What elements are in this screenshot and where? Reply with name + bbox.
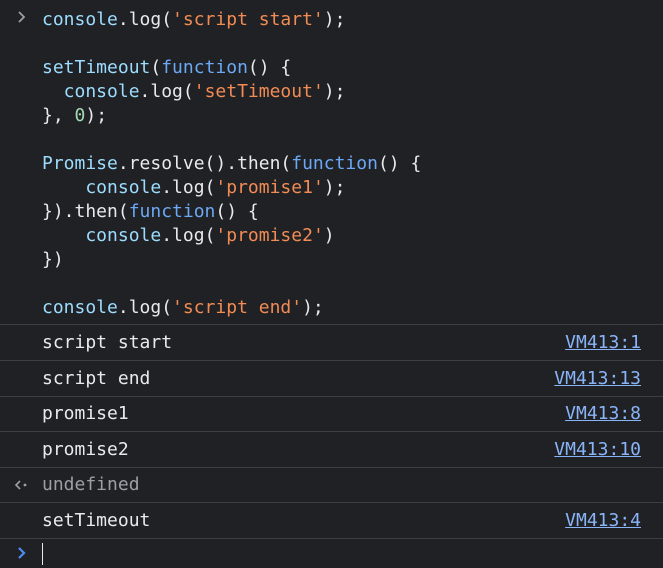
- console-prompt[interactable]: [0, 538, 663, 568]
- code-line: }, 0);: [42, 104, 107, 128]
- log-message-text: script start: [42, 332, 173, 353]
- code-token: );: [302, 297, 324, 318]
- code-token: .log(: [161, 177, 216, 198]
- code-token: },: [42, 105, 75, 126]
- code-token: .log(: [139, 81, 194, 102]
- devtools-console: console.log('script start'); setTimeout(f…: [0, 0, 663, 568]
- code-token: console: [42, 81, 140, 102]
- code-token: () {: [247, 57, 292, 78]
- code-line: console.log('script start');: [42, 8, 345, 32]
- code-token: .resolve().then(: [117, 153, 292, 174]
- code-line: }): [42, 248, 64, 272]
- log-message-text: script end: [42, 367, 151, 389]
- code-token: console: [42, 9, 118, 30]
- code-line: }).then(function() {: [42, 200, 259, 224]
- code-token: );: [323, 9, 346, 30]
- return-value-icon: [14, 480, 27, 490]
- code-token: console: [42, 225, 162, 246]
- code-token: ): [323, 225, 335, 246]
- code-token: }): [42, 249, 64, 270]
- log-message-text: promise1: [42, 403, 129, 424]
- return-value-text: undefined: [42, 474, 140, 495]
- code-token: );: [323, 177, 346, 198]
- chevron-right-icon: [18, 547, 26, 559]
- code-line: console.log('script end');: [42, 296, 324, 320]
- code-token: }).then(: [42, 201, 129, 222]
- code-token: console: [42, 297, 118, 318]
- log-message-text: promise2: [42, 438, 129, 460]
- text-cursor: [42, 543, 43, 565]
- code-line: console.log('promise1');: [42, 176, 345, 200]
- code-token: .log(: [117, 9, 173, 30]
- code-token: Promise: [42, 153, 118, 174]
- code-line: Promise.resolve().then(function() {: [42, 152, 421, 176]
- code-token: );: [323, 81, 346, 102]
- code-token: () {: [215, 201, 259, 222]
- source-link[interactable]: VM413:8: [565, 403, 641, 425]
- code-token: function: [128, 201, 216, 222]
- code-token: .log(: [161, 225, 216, 246]
- code-token: 'promise2': [215, 225, 324, 246]
- code-token: (: [150, 57, 162, 78]
- code-token: 'promise1': [215, 177, 324, 198]
- code-token: 'setTimeout': [193, 81, 324, 102]
- code-token: 'script start': [172, 9, 324, 30]
- code-token: function: [291, 153, 378, 174]
- source-link[interactable]: VM413:13: [554, 368, 641, 390]
- code-token: .log(: [117, 297, 173, 318]
- return-value-row: undefined: [0, 467, 663, 503]
- code-token: );: [85, 105, 108, 126]
- source-link[interactable]: VM413:1: [565, 332, 641, 354]
- code-token: () {: [377, 153, 422, 174]
- log-message-row: promise1 VM413:8: [0, 396, 663, 432]
- log-message-row: promise2 VM413:10: [0, 432, 663, 468]
- log-message-row: setTimeout VM413:4: [0, 503, 663, 539]
- log-message-row: script start VM413:1: [0, 325, 663, 361]
- log-message-text: setTimeout: [42, 509, 151, 531]
- code-token: function: [161, 57, 248, 78]
- code-token: 0: [74, 105, 86, 126]
- source-link[interactable]: VM413:10: [554, 439, 641, 461]
- code-line: console.log('setTimeout');: [42, 80, 346, 104]
- source-link[interactable]: VM413:4: [565, 510, 641, 532]
- chevron-right-icon: [18, 11, 26, 23]
- code-token: 'script end': [172, 297, 303, 318]
- code-token: console: [42, 177, 162, 198]
- code-line: setTimeout(function() {: [42, 56, 291, 80]
- code-token: setTimeout: [42, 57, 151, 78]
- code-line: console.log('promise2'): [42, 224, 335, 248]
- console-input-entry[interactable]: console.log('script start'); setTimeout(f…: [0, 0, 663, 325]
- log-message-row: script end VM413:13: [0, 361, 663, 397]
